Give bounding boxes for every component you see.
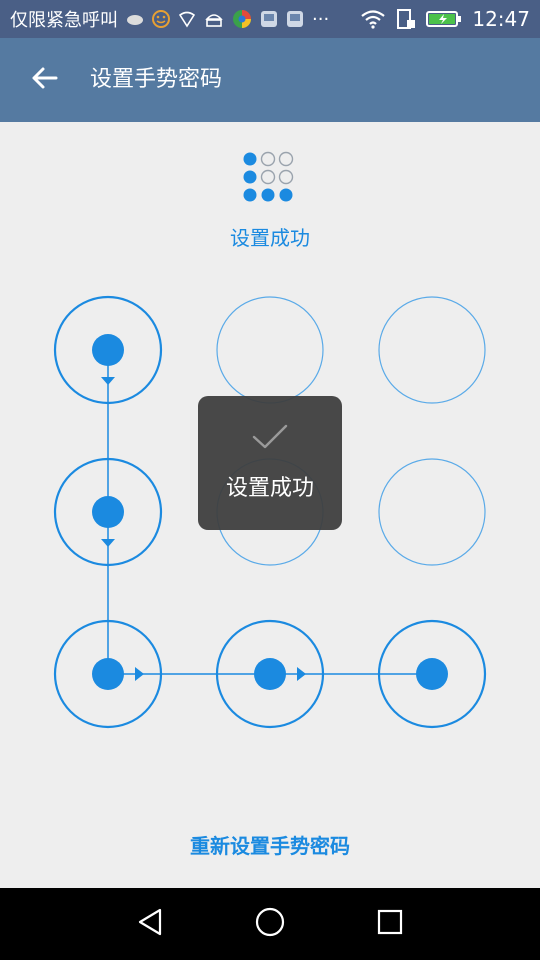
nav-recents-button[interactable] [370,906,410,942]
more-indicator: ··· [312,8,330,30]
battery-charging-icon [426,10,462,28]
app-bar: 设置手势密码 [0,38,540,122]
arrow-left-icon [30,66,58,94]
status-bar-left: 仅限紧急呼叫 ··· [10,0,329,38]
wifi-icon [360,9,386,29]
pattern-node-3[interactable] [378,296,486,404]
android-icon [204,11,224,27]
app-icon [232,9,252,29]
pattern-preview-icon [242,151,298,207]
pattern-node-6[interactable] [378,458,486,566]
direction-arrow-icon [101,539,115,547]
circle-home-icon [254,906,286,942]
shield-icon [178,10,196,28]
square-recents-icon [376,908,404,940]
back-button[interactable] [22,58,66,102]
direction-arrow-icon [135,667,144,681]
system-nav-bar [0,888,540,960]
status-message: 设置成功 [230,226,310,250]
check-icon [250,422,290,452]
status-bar-right: 12:47 [360,0,530,38]
reset-pattern-button[interactable]: 重新设置手势密码 [0,830,540,859]
nav-home-button[interactable] [250,906,290,942]
page-title: 设置手势密码 [90,67,223,92]
direction-arrow-icon [297,667,306,681]
face-icon [152,10,170,28]
success-toast: 设置成功 [198,396,342,530]
direction-arrow-icon [101,377,115,385]
clock: 12:47 [472,7,530,31]
apk-icon [260,10,278,28]
toast-message: 设置成功 [225,476,314,501]
apk-icon [286,10,304,28]
nav-back-button[interactable] [130,906,170,942]
weather-icon [126,12,144,26]
carrier-text: 仅限紧急呼叫 [10,10,118,31]
sim-icon [396,8,416,30]
status-bar: 仅限紧急呼叫 ··· 12:47 [0,0,540,38]
triangle-back-icon [136,907,164,941]
pattern-node-2[interactable] [216,296,324,404]
